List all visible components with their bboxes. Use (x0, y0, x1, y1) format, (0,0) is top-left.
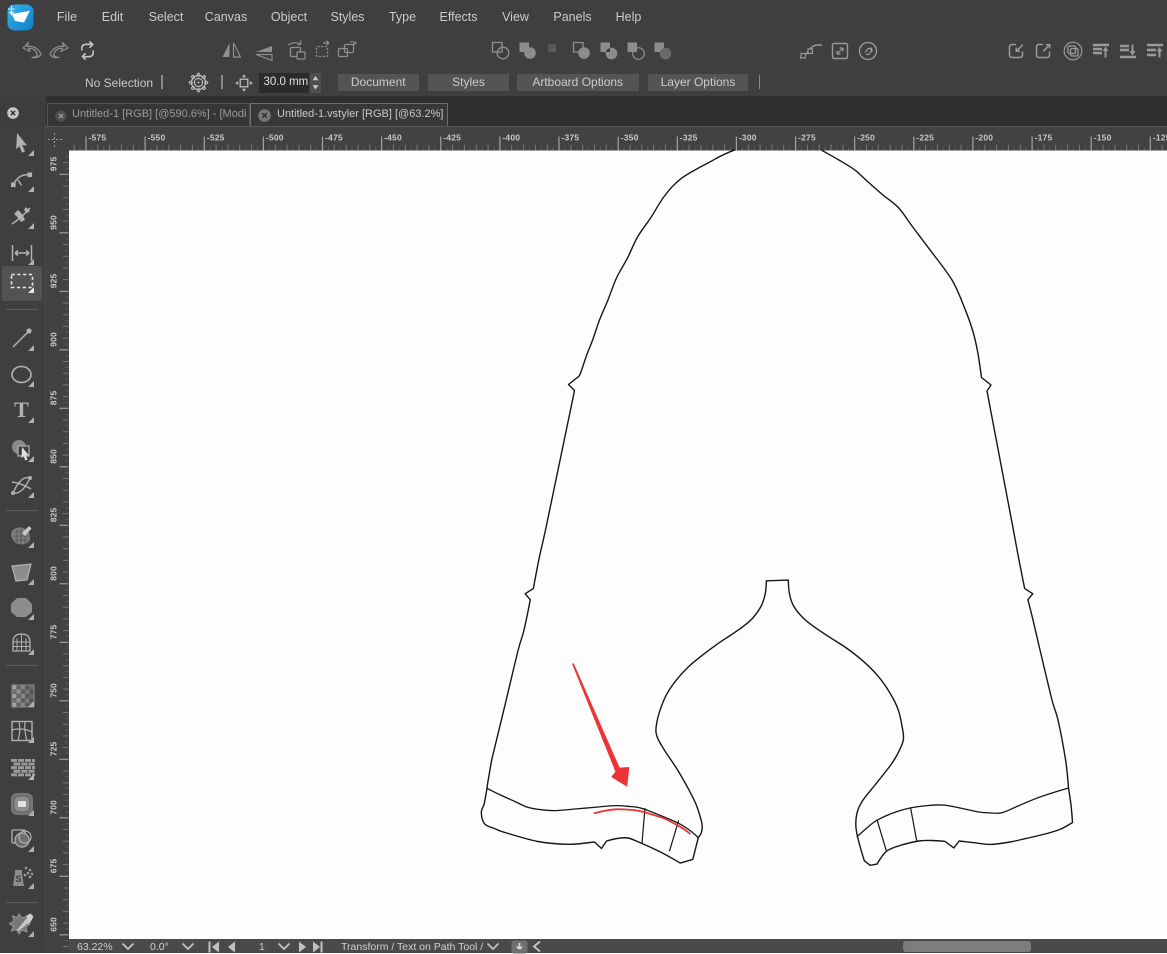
svg-text:-225: -225 (916, 133, 934, 143)
svg-text:-175: -175 (1035, 133, 1053, 143)
svg-text:-150: -150 (1094, 133, 1112, 143)
svg-text:650: 650 (49, 917, 59, 932)
svg-text:775: 775 (49, 624, 59, 639)
svg-text:-250: -250 (857, 133, 875, 143)
svg-text:-425: -425 (443, 133, 461, 143)
svg-text:875: 875 (49, 390, 59, 405)
svg-text:-550: -550 (148, 133, 166, 143)
svg-text:-325: -325 (680, 133, 698, 143)
svg-text:-300: -300 (739, 133, 757, 143)
svg-text:925: 925 (49, 273, 59, 288)
svg-text:-500: -500 (266, 133, 284, 143)
svg-text:-200: -200 (975, 133, 993, 143)
svg-text:-575: -575 (89, 133, 107, 143)
svg-text:-275: -275 (798, 133, 816, 143)
svg-text:725: 725 (49, 741, 59, 756)
svg-text:975: 975 (49, 156, 59, 171)
svg-text:-450: -450 (384, 133, 402, 143)
svg-text:-125: -125 (1153, 133, 1167, 143)
svg-text:750: 750 (49, 683, 59, 698)
svg-text:950: 950 (49, 215, 59, 230)
svg-text:-350: -350 (621, 133, 639, 143)
svg-text:900: 900 (49, 332, 59, 347)
svg-text:825: 825 (49, 507, 59, 522)
svg-text:-400: -400 (502, 133, 520, 143)
svg-text:-475: -475 (325, 133, 343, 143)
svg-text:-375: -375 (562, 133, 580, 143)
svg-text:675: 675 (49, 858, 59, 873)
svg-text:800: 800 (49, 566, 59, 581)
svg-text:850: 850 (49, 449, 59, 464)
svg-text:-525: -525 (207, 133, 225, 143)
svg-text:700: 700 (49, 800, 59, 815)
